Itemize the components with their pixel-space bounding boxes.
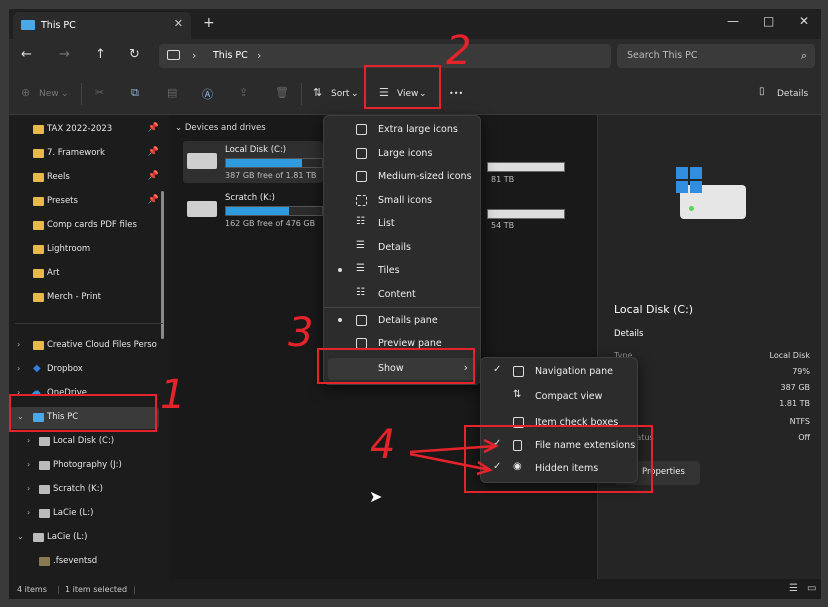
annotation-arrow: [409, 444, 497, 454]
annotation-arrows: [409, 438, 499, 476]
